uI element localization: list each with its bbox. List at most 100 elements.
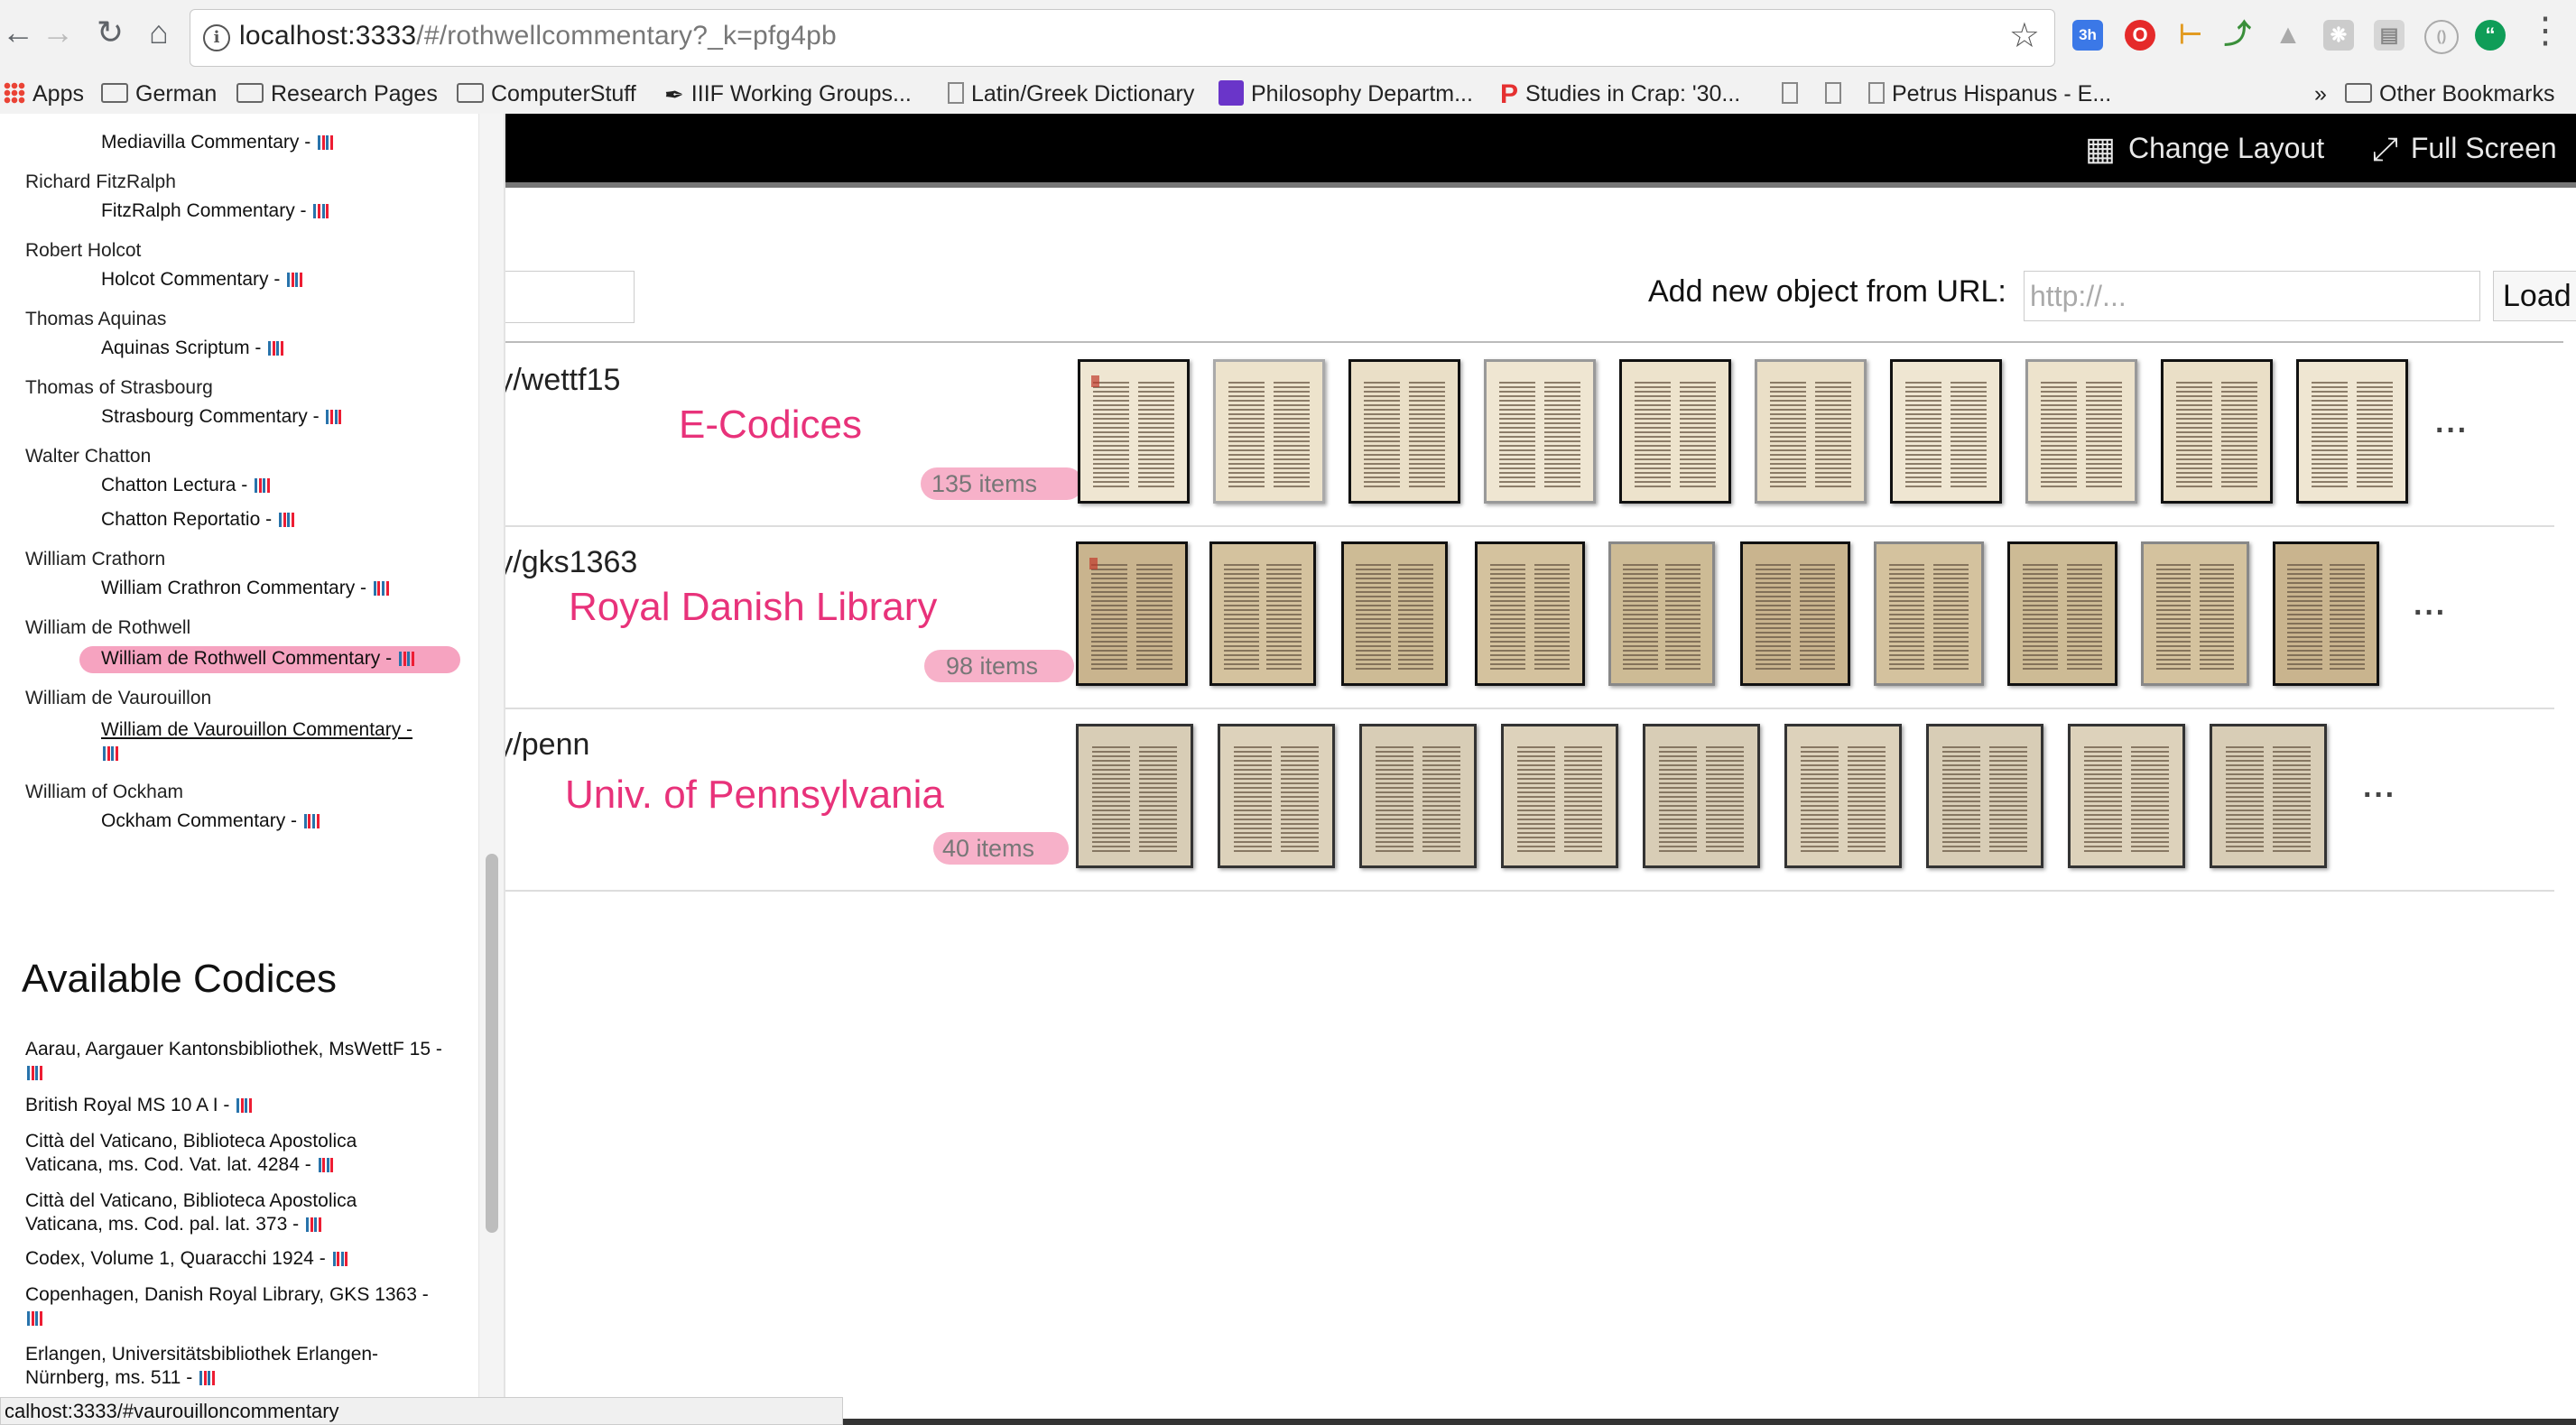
iiif-logo-icon[interactable]	[313, 202, 333, 218]
page-thumbnail[interactable]	[1784, 724, 1902, 868]
page-thumbnail[interactable]	[2273, 541, 2379, 686]
commentary-link[interactable]: William Crathron Commentary -	[101, 578, 394, 599]
page-thumbnail[interactable]	[1076, 541, 1188, 686]
iiif-logo-icon[interactable]	[398, 650, 419, 666]
page-thumbnail[interactable]	[1926, 724, 2043, 868]
page-thumbnail[interactable]	[1213, 359, 1325, 504]
page-thumbnail[interactable]	[1890, 359, 2002, 504]
iiif-logo-icon[interactable]	[278, 511, 299, 527]
commentary-link[interactable]: Chatton Lectura -	[101, 475, 274, 496]
commentary-link[interactable]: Strasbourg Commentary -	[101, 406, 346, 428]
codex-link[interactable]: Città del Vaticano, Biblioteca Apostolic…	[25, 1130, 395, 1177]
object-row-penn[interactable]: ry/penn Univ. of Pennsylvania 40 items ·…	[487, 708, 2554, 892]
home-icon[interactable]: ⌂	[141, 14, 177, 51]
bookmark-research-pages[interactable]: Research Pages	[236, 74, 438, 114]
iiif-logo-icon[interactable]	[236, 1096, 256, 1113]
info-icon[interactable]: i	[203, 24, 230, 51]
iiif-logo-icon[interactable]	[199, 1368, 219, 1385]
object-row-royal-danish[interactable]: ry/gks1363 Royal Danish Library 98 items…	[487, 525, 2554, 709]
page-thumbnail[interactable]	[1484, 359, 1596, 504]
page-thumbnail[interactable]	[1218, 724, 1335, 868]
bookmark-blank-2[interactable]	[1825, 74, 1849, 114]
page-thumbnail[interactable]	[1076, 724, 1193, 868]
url-text[interactable]: localhost:3333/#/rothwellcommentary?_k=p…	[239, 21, 837, 51]
iiif-logo-icon[interactable]	[255, 477, 274, 493]
iiif-logo-icon[interactable]	[373, 579, 394, 596]
iiif-logo-icon[interactable]	[103, 744, 123, 761]
puzzle-extension-icon[interactable]: ❋	[2323, 20, 2354, 51]
iiif-logo-icon[interactable]	[318, 134, 338, 150]
iiif-logo-icon[interactable]	[27, 1309, 47, 1326]
page-thumbnail[interactable]	[1359, 724, 1477, 868]
hangouts-extension-icon[interactable]: “	[2475, 20, 2506, 51]
pin-extension-icon[interactable]: ⊢	[2175, 20, 2206, 51]
iiif-logo-icon[interactable]	[326, 408, 346, 424]
bookmark-blank-1[interactable]	[1782, 74, 1805, 114]
bookmark-apps[interactable]: Apps	[4, 74, 84, 114]
bookmark-computerstuff[interactable]: ComputerStuff	[457, 74, 636, 114]
codex-link[interactable]: Codex, Volume 1, Quaracchi 1924 -	[25, 1247, 449, 1271]
commentary-link-active[interactable]: William de Rothwell Commentary -	[101, 648, 419, 670]
commentary-link[interactable]: Holcot Commentary -	[101, 269, 307, 291]
more-thumbnails-button[interactable]: ···	[2363, 778, 2396, 813]
branch-extension-icon[interactable]: ⤴	[2222, 20, 2253, 51]
page-thumbnail[interactable]	[1348, 359, 1460, 504]
back-icon[interactable]: ←	[0, 14, 36, 51]
page-thumbnail[interactable]	[1209, 541, 1316, 686]
bookmark-other-bookmarks[interactable]: Other Bookmarks	[2345, 74, 2555, 114]
opera-extension-icon[interactable]: O	[2125, 20, 2155, 51]
page-thumbnail[interactable]	[2210, 724, 2327, 868]
object-url-input[interactable]: http://...	[2024, 271, 2480, 321]
page-thumbnail[interactable]	[2025, 359, 2137, 504]
sidebar-scrollbar-thumb[interactable]	[486, 854, 498, 1233]
bookmark-iiif-working-groups[interactable]: ✒ IIIF Working Groups...	[664, 74, 912, 114]
iiif-logo-icon[interactable]	[27, 1063, 47, 1080]
iiif-logo-icon[interactable]	[287, 271, 307, 287]
iiif-logo-icon[interactable]	[305, 1215, 326, 1232]
page-thumbnail[interactable]	[1740, 541, 1850, 686]
bookmark-philosophy-department[interactable]: Philosophy Departm...	[1219, 74, 1473, 114]
object-row-ecodices[interactable]: ry/wettf15 E-Codices 135 items ···	[487, 343, 2554, 527]
bookmark-star-icon[interactable]: ☆	[2009, 15, 2040, 56]
calendar-extension-icon[interactable]: 3h	[2072, 20, 2103, 51]
iiif-logo-icon[interactable]	[332, 1249, 353, 1266]
codex-link[interactable]: Aarau, Aargauer Kantonsbibliothek, MsWet…	[25, 1038, 449, 1085]
reload-icon[interactable]: ↻	[92, 14, 128, 51]
bookmarks-overflow-chevron[interactable]: »	[2314, 74, 2327, 114]
commentary-link[interactable]: Aquinas Scriptum -	[101, 338, 288, 359]
load-button[interactable]: Load	[2493, 271, 2576, 321]
page-thumbnail[interactable]	[2296, 359, 2408, 504]
page-thumbnail[interactable]	[1643, 724, 1760, 868]
bookmark-petrus-hispanus[interactable]: Petrus Hispanus - E...	[1868, 74, 2111, 114]
drive-extension-icon[interactable]: ▲	[2273, 20, 2303, 51]
page-thumbnail[interactable]	[2141, 541, 2249, 686]
page-thumbnail[interactable]	[1475, 541, 1585, 686]
page-thumbnail[interactable]	[1619, 359, 1731, 504]
codex-link[interactable]: Città del Vaticano, Biblioteca Apostolic…	[25, 1189, 395, 1236]
bookmark-latin-greek-dictionary[interactable]: Latin/Greek Dictionary	[948, 74, 1194, 114]
commentary-link-hovered[interactable]: William de Vaurouillon Commentary -	[101, 718, 444, 765]
bookmark-studies-in-crap[interactable]: P Studies in Crap: '30...	[1500, 74, 1740, 114]
bookmark-german[interactable]: German	[101, 74, 217, 114]
page-thumbnail[interactable]	[1341, 541, 1448, 686]
change-layout-button[interactable]: ▦ Change Layout	[2085, 114, 2324, 182]
full-screen-button[interactable]: ⤢ Full Screen	[2372, 114, 2557, 182]
codex-link[interactable]: British Royal MS 10 A I -	[25, 1094, 449, 1117]
browser-menu-icon[interactable]: ⋮	[2527, 13, 2563, 49]
page-thumbnail[interactable]	[1501, 724, 1618, 868]
forward-icon[interactable]: →	[40, 14, 76, 51]
commentary-link[interactable]: FitzRalph Commentary -	[101, 200, 333, 222]
commentary-link[interactable]: Chatton Reportatio -	[101, 509, 299, 531]
codex-link[interactable]: Erlangen, Universitätsbibliothek Erlange…	[25, 1343, 449, 1390]
page-thumbnail[interactable]	[1874, 541, 1984, 686]
page-thumbnail[interactable]	[2161, 359, 2273, 504]
commentary-link[interactable]: Ockham Commentary -	[101, 810, 324, 832]
document-extension-icon[interactable]: ▤	[2374, 20, 2405, 51]
iiif-logo-icon[interactable]	[268, 339, 288, 356]
page-thumbnail[interactable]	[1078, 359, 1190, 504]
page-thumbnail[interactable]	[2007, 541, 2117, 686]
commentary-link[interactable]: Mediavilla Commentary -	[101, 132, 338, 153]
iiif-logo-icon[interactable]	[318, 1155, 338, 1172]
filter-input[interactable]	[487, 271, 635, 323]
more-thumbnails-button[interactable]: ···	[2414, 596, 2447, 631]
